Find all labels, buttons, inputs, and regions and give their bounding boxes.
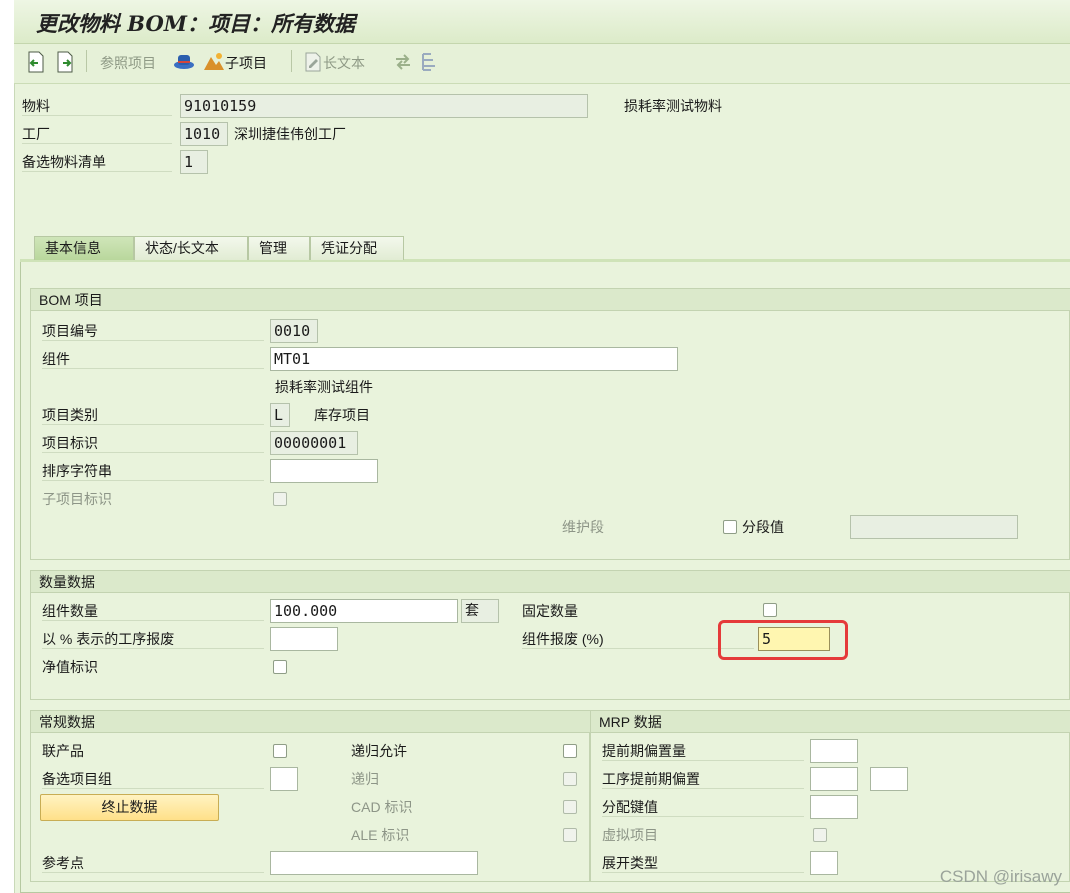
ale-indicator-checkbox[interactable]: [563, 828, 577, 842]
sub-item-icon[interactable]: [203, 51, 225, 71]
item-category-label: 项目类别: [42, 405, 264, 425]
plant-description: 深圳捷佳伟创工厂: [234, 126, 346, 142]
fixed-quantity-label: 固定数量: [522, 603, 578, 619]
net-id-checkbox[interactable]: [273, 660, 287, 674]
plant-label: 工厂: [22, 124, 172, 144]
coproduct-label: 联产品: [42, 743, 84, 759]
segment-value-checkbox[interactable]: [723, 520, 737, 534]
material-label: 物料: [22, 96, 172, 116]
toolbar-separator: [291, 50, 292, 72]
next-item-icon[interactable]: [55, 51, 75, 73]
structure-icon[interactable]: [421, 52, 439, 72]
tab-basic-info[interactable]: 基本信息: [34, 236, 134, 260]
coproduct-checkbox[interactable]: [273, 744, 287, 758]
component-label: 组件: [42, 349, 264, 369]
sub-item-id-label: 子项目标识: [42, 491, 112, 507]
tab-status-longtext[interactable]: 状态/长文本: [134, 236, 248, 260]
previous-item-icon[interactable]: [26, 51, 46, 73]
phantom-item-checkbox[interactable]: [813, 828, 827, 842]
item-number-field: 0010: [270, 319, 318, 343]
maintenance-segment-label: 维护段: [562, 519, 604, 535]
mrp-data-group-title: MRP 数据: [591, 711, 1070, 733]
swap-icon[interactable]: [394, 53, 412, 71]
alt-item-group-field[interactable]: [270, 767, 298, 791]
component-description: 损耗率测试组件: [275, 379, 373, 395]
item-number-label: 项目编号: [42, 321, 264, 341]
window-title: 更改物料 BOM：项目：所有数据: [36, 11, 355, 36]
alt-bom-label: 备选物料清单: [22, 152, 172, 172]
explosion-type-field[interactable]: [810, 851, 838, 875]
lead-time-offset-label: 提前期偏置量: [602, 741, 804, 761]
item-category-description: 库存项目: [314, 407, 370, 423]
explosion-type-label: 展开类型: [602, 853, 804, 873]
recursive-checkbox[interactable]: [563, 772, 577, 786]
plant-field: 1010: [180, 122, 228, 146]
tab-label: 凭证分配: [321, 240, 377, 256]
tab-admin[interactable]: 管理: [248, 236, 310, 260]
watermark: CSDN @irisawy: [939, 867, 1062, 886]
long-text-button[interactable]: 长文本: [323, 53, 365, 73]
alt-bom-field: 1: [180, 150, 208, 174]
operation-lead-offset-unit-field[interactable]: [870, 767, 908, 791]
segment-value-label: 分段值: [742, 519, 784, 535]
distribution-key-label: 分配键值: [602, 797, 804, 817]
sort-string-field[interactable]: [270, 459, 378, 483]
reference-point-label: 参考点: [42, 853, 264, 873]
item-id-field: 00000001: [270, 431, 358, 455]
item-id-label: 项目标识: [42, 433, 264, 453]
alt-item-group-label: 备选项目组: [42, 769, 264, 789]
net-id-label: 净值标识: [42, 659, 98, 675]
tab-document-assignment[interactable]: 凭证分配: [310, 236, 404, 260]
reference-point-field[interactable]: [270, 851, 478, 875]
operation-scrap-label: 以 % 表示的工序报废: [42, 629, 264, 649]
general-data-group-title: 常规数据: [31, 711, 590, 733]
operation-lead-offset-field[interactable]: [810, 767, 858, 791]
item-category-field: L: [270, 403, 290, 427]
highlight-annotation: [718, 620, 848, 660]
sub-item-button[interactable]: 子项目: [225, 53, 267, 73]
recursive-allowed-label: 递归允许: [351, 743, 407, 759]
bom-item-group-title: BOM 项目: [31, 289, 1070, 311]
recursive-label: 递归: [351, 771, 379, 787]
tab-label: 基本信息: [45, 240, 101, 256]
distribution-key-field[interactable]: [810, 795, 858, 819]
lead-time-offset-field[interactable]: [810, 739, 858, 763]
sub-item-id-checkbox[interactable]: [273, 492, 287, 506]
hat-icon[interactable]: [173, 51, 195, 71]
tab-label: 状态/长文本: [145, 240, 219, 256]
component-quantity-label: 组件数量: [42, 601, 264, 621]
recursive-allowed-checkbox[interactable]: [563, 744, 577, 758]
material-description: 损耗率测试物料: [624, 98, 722, 114]
component-quantity-field[interactable]: 100.000: [270, 599, 458, 623]
phantom-item-label: 虚拟项目: [602, 827, 658, 843]
cad-indicator-checkbox[interactable]: [563, 800, 577, 814]
stop-data-button[interactable]: 终止数据: [40, 794, 219, 821]
operation-scrap-field[interactable]: [270, 627, 338, 651]
sort-string-label: 排序字符串: [42, 461, 264, 481]
title-bar: 更改物料 BOM：项目：所有数据: [14, 0, 1070, 44]
toolbar-separator: [86, 50, 87, 72]
cad-indicator-label: CAD 标识: [351, 799, 413, 815]
quantity-data-group-title: 数量数据: [31, 571, 1070, 593]
fixed-quantity-checkbox[interactable]: [763, 603, 777, 617]
ale-indicator-label: ALE 标识: [351, 827, 410, 843]
unit-field: 套: [461, 599, 499, 623]
component-field[interactable]: MT01: [270, 347, 678, 371]
operation-lead-offset-label: 工序提前期偏置: [602, 769, 804, 789]
long-text-icon[interactable]: [305, 52, 321, 72]
tab-label: 管理: [259, 240, 287, 256]
material-field: 91010159: [180, 94, 588, 118]
ref-item-button[interactable]: 参照项目: [100, 53, 156, 73]
segment-value-field: [850, 515, 1018, 539]
